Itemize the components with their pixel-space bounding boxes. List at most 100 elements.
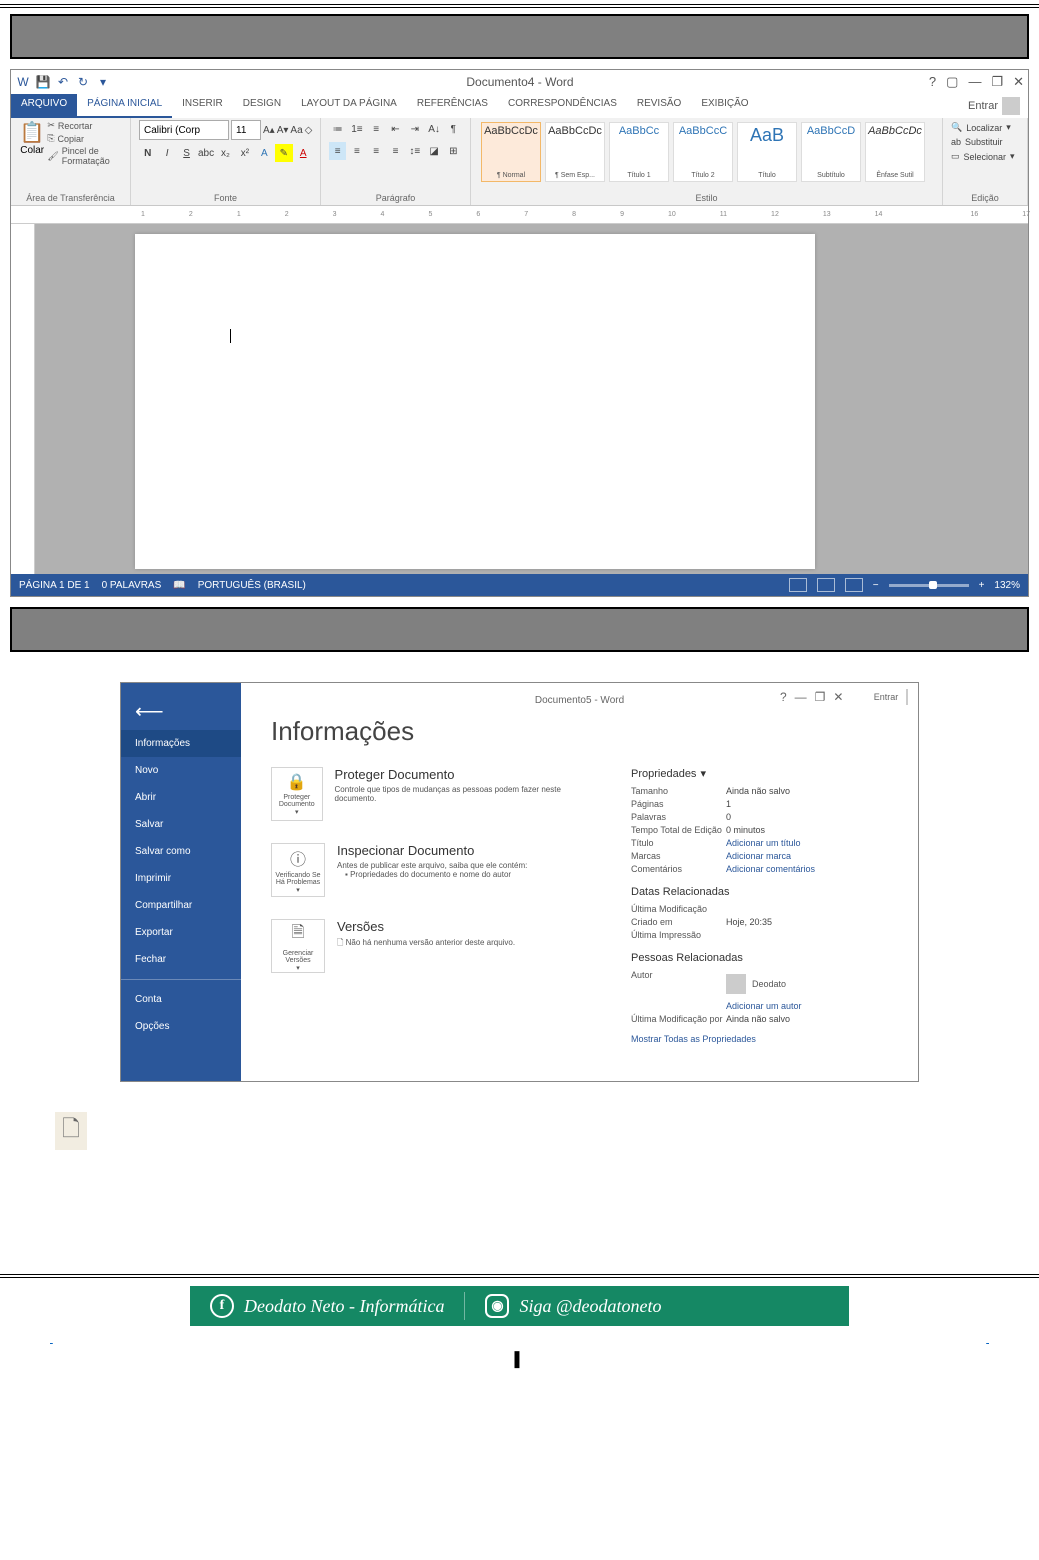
style-heading1[interactable]: AaBbCcTítulo 1 <box>609 122 669 182</box>
nav-export[interactable]: Exportar <box>121 919 241 946</box>
check-issues-button[interactable]: ⓘ Verificando Se Há Problemas ▾ <box>271 843 325 897</box>
underline-button[interactable]: S <box>178 144 195 162</box>
read-mode-icon[interactable] <box>789 578 807 592</box>
zoom-slider[interactable] <box>889 584 969 587</box>
document-page[interactable] <box>135 234 815 569</box>
sort-icon[interactable]: A↓ <box>425 120 442 138</box>
prop-tags-value[interactable]: Adicionar marca <box>726 851 791 861</box>
bullets-icon[interactable]: ≔ <box>329 120 346 138</box>
align-center-icon[interactable]: ≡ <box>348 142 365 160</box>
cut-button[interactable]: ✂Recortar <box>47 120 122 131</box>
signin-label[interactable]: Entrar <box>968 100 998 112</box>
paste-button[interactable]: 📋 Colar <box>19 120 45 189</box>
style-subtitle[interactable]: AaBbCcDSubtítulo <box>801 122 861 182</box>
tab-view[interactable]: EXIBIÇÃO <box>691 94 758 118</box>
zoom-out-button[interactable]: − <box>873 580 879 591</box>
nav-close[interactable]: Fechar <box>121 946 241 973</box>
add-author-link[interactable]: Adicionar um autor <box>726 1001 802 1011</box>
strike-button[interactable]: abc <box>197 144 214 162</box>
tab-review[interactable]: REVISÃO <box>627 94 691 118</box>
prop-title-value[interactable]: Adicionar um título <box>726 838 801 848</box>
bs-minimize-button[interactable]: — <box>795 690 807 704</box>
italic-button[interactable]: I <box>158 144 175 162</box>
qat-customize-icon[interactable]: ▾ <box>95 74 111 90</box>
zoom-level[interactable]: 132% <box>994 580 1020 591</box>
tab-home[interactable]: PÁGINA INICIAL <box>77 94 172 118</box>
nav-open[interactable]: Abrir <box>121 784 241 811</box>
font-color-icon[interactable]: A <box>295 144 312 162</box>
font-size-select[interactable] <box>231 120 261 140</box>
close-button[interactable]: ✕ <box>1013 74 1024 90</box>
show-marks-icon[interactable]: ¶ <box>445 120 462 138</box>
redo-icon[interactable]: ↻ <box>75 74 91 90</box>
style-normal[interactable]: AaBbCcDc¶ Normal <box>481 122 541 182</box>
highlight-icon[interactable]: ✎ <box>275 144 292 162</box>
tab-layout[interactable]: LAYOUT DA PÁGINA <box>291 94 407 118</box>
align-right-icon[interactable]: ≡ <box>368 142 385 160</box>
clear-format-icon[interactable]: ◇ <box>305 121 313 139</box>
nav-saveas[interactable]: Salvar como <box>121 838 241 865</box>
status-words[interactable]: 0 PALAVRAS <box>102 580 162 591</box>
style-no-spacing[interactable]: AaBbCcDc¶ Sem Esp... <box>545 122 605 182</box>
prop-comments-value[interactable]: Adicionar comentários <box>726 864 815 874</box>
select-button[interactable]: ▭Selecionar ▾ <box>951 149 1019 164</box>
status-language[interactable]: PORTUGUÊS (BRASIL) <box>198 580 306 591</box>
multilevel-icon[interactable]: ≡ <box>368 120 385 138</box>
style-title[interactable]: AaBTítulo <box>737 122 797 182</box>
style-heading2[interactable]: AaBbCcCTítulo 2 <box>673 122 733 182</box>
nav-options[interactable]: Opções <box>121 1013 241 1040</box>
bs-close-button[interactable]: ✕ <box>833 690 843 704</box>
tab-mailings[interactable]: CORRESPONDÊNCIAS <box>498 94 627 118</box>
decrease-indent-icon[interactable]: ⇤ <box>387 120 404 138</box>
web-layout-icon[interactable] <box>845 578 863 592</box>
vertical-ruler[interactable] <box>11 224 35 574</box>
increase-indent-icon[interactable]: ⇥ <box>406 120 423 138</box>
bs-signin[interactable]: Entrar <box>874 692 899 702</box>
nav-account[interactable]: Conta <box>121 986 241 1013</box>
replace-button[interactable]: abSubstituir <box>951 135 1019 149</box>
help-button[interactable]: ? <box>929 74 936 90</box>
subscript-button[interactable]: x₂ <box>217 144 234 162</box>
footer-link-left[interactable] <box>50 1334 53 1345</box>
format-painter-button[interactable]: 🖌Pincel de Formatação <box>47 146 122 166</box>
restore-button[interactable]: ❐ <box>991 74 1003 90</box>
font-name-select[interactable] <box>139 120 229 140</box>
line-spacing-icon[interactable]: ↕≡ <box>406 142 423 160</box>
tab-file[interactable]: ARQUIVO <box>11 94 77 118</box>
find-button[interactable]: 🔍Localizar ▾ <box>951 120 1019 135</box>
borders-icon[interactable]: ⊞ <box>445 142 462 160</box>
change-case-icon[interactable]: Aa <box>290 121 302 139</box>
nav-share[interactable]: Compartilhar <box>121 892 241 919</box>
ribbon-options-icon[interactable]: ▢ <box>946 74 958 90</box>
grow-font-icon[interactable]: A▴ <box>263 121 275 139</box>
bold-button[interactable]: N <box>139 144 156 162</box>
show-all-properties-link[interactable]: Mostrar Todas as Propriedades <box>631 1034 888 1044</box>
horizontal-ruler[interactable]: 1212345678910111213141617 <box>11 206 1028 224</box>
print-layout-icon[interactable] <box>817 578 835 592</box>
footer-link-right[interactable] <box>986 1334 989 1345</box>
save-icon[interactable]: 💾 <box>35 74 51 90</box>
superscript-button[interactable]: x² <box>236 144 253 162</box>
shrink-font-icon[interactable]: A▾ <box>277 121 289 139</box>
undo-icon[interactable]: ↶ <box>55 74 71 90</box>
zoom-in-button[interactable]: + <box>979 580 985 591</box>
shading-icon[interactable]: ◪ <box>425 142 442 160</box>
back-button[interactable]: ⟵ <box>121 693 241 730</box>
tab-design[interactable]: DESIGN <box>233 94 291 118</box>
status-proofing-icon[interactable]: 📖 <box>173 580 185 591</box>
status-page[interactable]: PÁGINA 1 DE 1 <box>19 580 90 591</box>
text-effects-icon[interactable]: A <box>256 144 273 162</box>
nav-print[interactable]: Imprimir <box>121 865 241 892</box>
nav-new[interactable]: Novo <box>121 757 241 784</box>
tab-insert[interactable]: INSERIR <box>172 94 233 118</box>
protect-document-button[interactable]: 🔒 Proteger Documento ▾ <box>271 767 323 821</box>
styles-gallery[interactable]: AaBbCcDc¶ Normal AaBbCcDc¶ Sem Esp... Aa… <box>479 120 934 191</box>
justify-icon[interactable]: ≡ <box>387 142 404 160</box>
minimize-button[interactable]: — <box>968 74 981 90</box>
tab-references[interactable]: REFERÊNCIAS <box>407 94 498 118</box>
nav-save[interactable]: Salvar <box>121 811 241 838</box>
align-left-icon[interactable]: ≡ <box>329 142 346 160</box>
bs-restore-button[interactable]: ❐ <box>815 690 826 704</box>
properties-header[interactable]: Propriedades ▾ <box>631 767 888 780</box>
copy-button[interactable]: ⎘Copiar <box>47 133 122 144</box>
